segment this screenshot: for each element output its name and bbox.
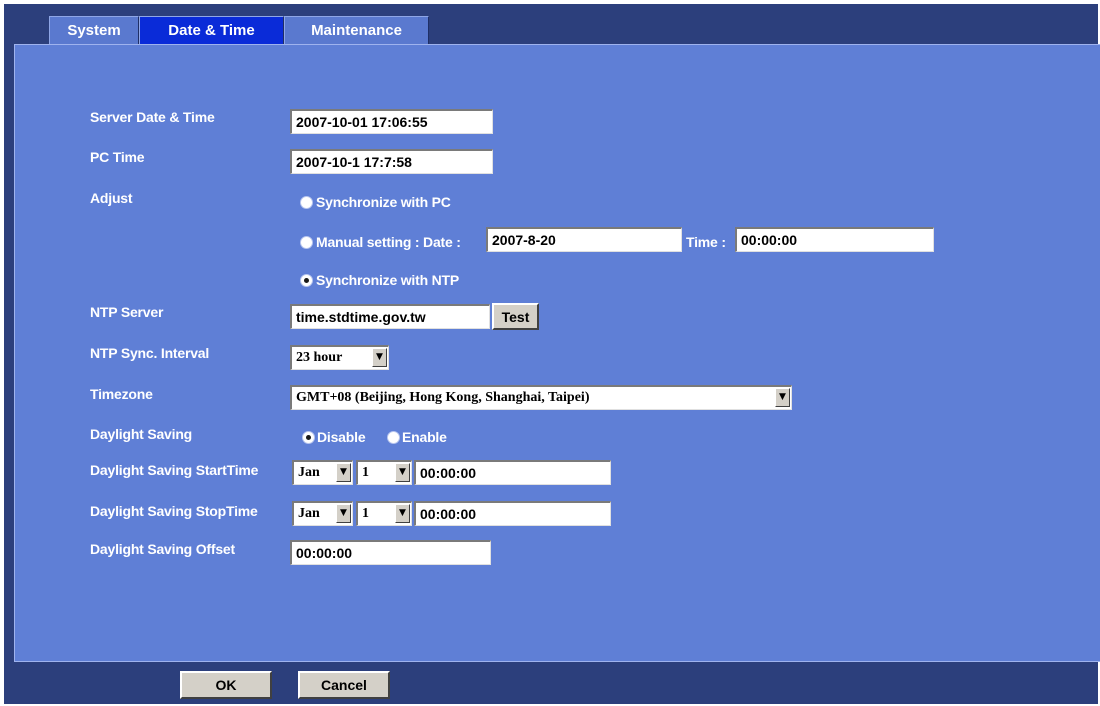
manual-setting-radio[interactable]	[300, 236, 313, 249]
dst-start-day-value: 1	[362, 465, 369, 480]
sync-ntp-radio[interactable]	[300, 274, 313, 287]
dst-stop-day-value: 1	[362, 506, 369, 521]
dropdown-arrow-icon[interactable]: ▼	[395, 504, 410, 523]
dst-start-time-input[interactable]: 00:00:00	[414, 460, 611, 485]
window-frame: System Date & Time Maintenance Server Da…	[4, 4, 1100, 704]
dst-stop-time-input[interactable]: 00:00:00	[414, 501, 611, 526]
dst-stop-month-value: Jan	[298, 506, 320, 521]
ntp-interval-select[interactable]: 23 hour ▼	[290, 345, 389, 370]
dst-enable-radio[interactable]	[387, 431, 400, 444]
dst-stop-day-select[interactable]: 1 ▼	[356, 501, 412, 526]
dst-enable-label: Enable	[402, 429, 447, 445]
pc-time-field: 2007-10-1 17:7:58	[290, 149, 493, 174]
tab-date-time[interactable]: Date & Time	[139, 16, 284, 44]
ntp-interval-label: NTP Sync. Interval	[90, 345, 210, 361]
dropdown-arrow-icon[interactable]: ▼	[395, 463, 410, 482]
adjust-label: Adjust	[90, 190, 133, 206]
manual-time-input[interactable]: 00:00:00	[735, 227, 934, 252]
manual-date-input[interactable]: 2007-8-20	[486, 227, 682, 252]
dropdown-arrow-icon[interactable]: ▼	[336, 504, 351, 523]
dst-start-label: Daylight Saving StartTime	[90, 462, 259, 478]
dst-start-month-value: Jan	[298, 465, 320, 480]
dst-disable-radio[interactable]	[302, 431, 315, 444]
dropdown-arrow-icon[interactable]: ▼	[336, 463, 351, 482]
dst-offset-label: Daylight Saving Offset	[90, 541, 235, 557]
timezone-value: GMT+08 (Beijing, Hong Kong, Shanghai, Ta…	[296, 390, 590, 405]
dst-stop-month-select[interactable]: Jan ▼	[292, 501, 353, 526]
dst-disable-label: Disable	[317, 429, 366, 445]
ntp-server-label: NTP Server	[90, 304, 164, 320]
sync-ntp-label: Synchronize with NTP	[316, 272, 460, 288]
server-datetime-label: Server Date & Time	[90, 109, 215, 125]
ntp-test-button[interactable]: Test	[492, 303, 539, 330]
dropdown-arrow-icon[interactable]: ▼	[372, 348, 387, 367]
dst-offset-input[interactable]: 00:00:00	[290, 540, 491, 565]
dropdown-arrow-icon[interactable]: ▼	[775, 388, 790, 407]
ntp-server-input[interactable]: time.stdtime.gov.tw	[290, 304, 490, 329]
sync-pc-label: Synchronize with PC	[316, 194, 451, 210]
timezone-select[interactable]: GMT+08 (Beijing, Hong Kong, Shanghai, Ta…	[290, 385, 792, 410]
tab-maintenance[interactable]: Maintenance	[284, 16, 429, 44]
manual-time-label: Time :	[686, 234, 726, 250]
ok-button[interactable]: OK	[180, 671, 272, 699]
dst-start-day-select[interactable]: 1 ▼	[356, 460, 412, 485]
ntp-interval-value: 23 hour	[296, 350, 343, 365]
dst-start-month-select[interactable]: Jan ▼	[292, 460, 353, 485]
tab-system[interactable]: System	[49, 16, 139, 44]
daylight-saving-label: Daylight Saving	[90, 426, 193, 442]
cancel-button[interactable]: Cancel	[298, 671, 390, 699]
dst-stop-label: Daylight Saving StopTime	[90, 503, 258, 519]
sync-pc-radio[interactable]	[300, 196, 313, 209]
timezone-label: Timezone	[90, 386, 153, 402]
server-datetime-field: 2007-10-01 17:06:55	[290, 109, 493, 134]
manual-setting-label: Manual setting : Date :	[316, 234, 461, 250]
pc-time-label: PC Time	[90, 149, 145, 165]
